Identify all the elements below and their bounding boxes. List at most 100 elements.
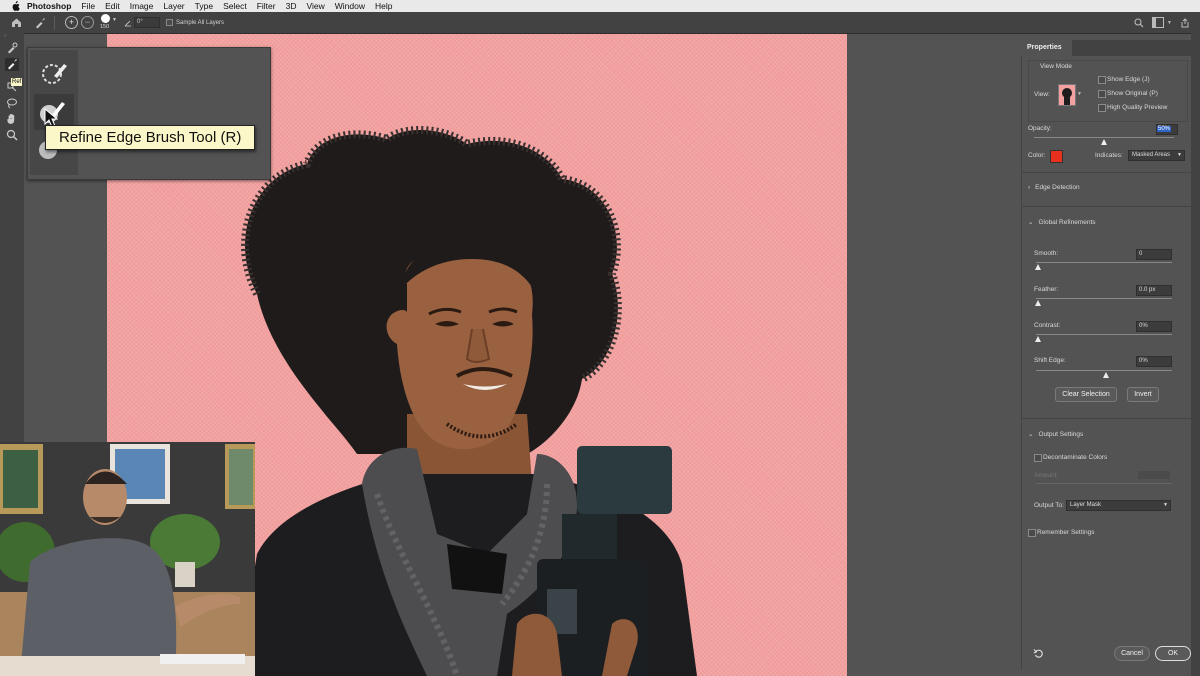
contrast-field[interactable]: 0% [1136,321,1172,332]
opacity-value: 50% [1157,126,1172,132]
sample-all-layers-checkbox[interactable] [166,19,173,26]
smooth-label: Smooth: [1034,250,1059,257]
menu-view[interactable]: View [306,1,324,11]
shift-edge-slider-thumb[interactable] [1103,372,1109,378]
view-mode-thumbnail[interactable] [1058,84,1076,106]
home-icon[interactable] [11,17,22,28]
contrast-label: Contrast: [1034,322,1061,329]
tab-properties[interactable]: Properties [1021,40,1072,56]
menu-3d[interactable]: 3D [286,1,297,11]
menu-select[interactable]: Select [223,1,247,11]
amount-slider-track [1036,483,1172,484]
feather-slider-thumb[interactable] [1035,300,1041,306]
brush-size-picker[interactable]: 150 ▼ [100,13,118,32]
zoom-tool-icon[interactable] [5,129,19,142]
color-label: Color: [1028,152,1046,159]
chevron-down-icon[interactable]: ▼ [1077,91,1082,97]
view-mode-title: View Mode [1040,63,1073,70]
chevron-right-icon: › [1028,184,1031,191]
amount-field [1138,471,1170,479]
decontaminate-colors-label: Decontaminate Colors [1043,454,1108,461]
tool-flyout [27,47,271,180]
opacity-slider-thumb[interactable] [1101,139,1107,145]
menu-help[interactable]: Help [375,1,392,11]
add-to-selection-icon[interactable]: + [65,16,78,29]
chevron-down-icon[interactable]: ▼ [1167,20,1172,26]
tool-tooltip: Refine Edge Brush Tool (R) [45,125,256,150]
shift-edge-label: Shift Edge: [1034,357,1066,364]
contrast-slider-track[interactable] [1036,334,1172,335]
hand-tool-icon[interactable] [5,113,19,126]
brush-size-value: 150 [100,23,110,30]
apple-icon[interactable] [11,1,21,11]
output-to-value: Layer Mask [1070,502,1102,508]
output-settings-section[interactable]: ⌄ Output Settings [1028,430,1083,438]
menu-layer[interactable]: Layer [163,1,184,11]
output-settings-label: Output Settings [1038,431,1084,438]
quick-selection-tool-icon[interactable] [5,42,19,55]
menu-edit[interactable]: Edit [105,1,120,11]
opacity-field[interactable]: 50% [1156,124,1178,135]
subtract-from-selection-icon[interactable]: − [81,16,94,29]
opacity-label: Opacity: [1028,125,1052,132]
edge-detection-label: Edge Detection [1035,184,1080,191]
global-refinements-label: Global Refinements [1038,219,1096,226]
output-to-label: Output To: [1034,502,1064,509]
amount-label: Amount: [1034,472,1059,479]
shift-edge-slider-track[interactable] [1036,370,1172,371]
reset-icon[interactable] [1033,648,1044,659]
presenter-video [0,442,255,676]
show-original-checkbox[interactable] [1098,90,1106,98]
clear-selection-button[interactable]: Clear Selection [1055,387,1117,402]
right-gutter [1191,33,1200,676]
menu-image[interactable]: Image [130,1,154,11]
refine-edge-brush-tool-icon[interactable] [5,58,19,71]
app-name[interactable]: Photoshop [27,1,71,11]
decontaminate-colors-checkbox[interactable] [1034,454,1042,462]
remember-settings-checkbox[interactable] [1028,529,1036,537]
indicates-dropdown[interactable]: Masked Areas ▼ [1128,150,1185,161]
workspace-icon[interactable] [1152,17,1165,28]
quick-selection-tool-option[interactable] [34,54,74,90]
shift-edge-field[interactable]: 0% [1136,356,1172,367]
divider [1021,206,1191,207]
panel-tab-strip [1066,40,1191,56]
chevron-down-icon: ▼ [1163,502,1168,508]
feather-field[interactable]: 0.0 px [1136,285,1172,296]
show-original-label: Show Original (P) [1107,90,1158,97]
divider [54,15,55,30]
options-bar: + − 150 ▼ 0° Sample All Layers ▼ [0,12,1200,34]
angle-field[interactable]: 0° [134,17,160,28]
menu-file[interactable]: File [81,1,95,11]
indicates-value: Masked Areas [1132,152,1171,158]
feather-slider-track[interactable] [1036,298,1172,299]
opacity-slider-track[interactable] [1034,137,1174,138]
menu-window[interactable]: Window [335,1,365,11]
menu-filter[interactable]: Filter [257,1,276,11]
show-edge-checkbox[interactable] [1098,76,1106,84]
chevron-down-icon: ⌄ [1028,431,1034,438]
collapse-icon[interactable]: » [0,33,24,39]
smooth-field[interactable]: 0 [1136,249,1172,260]
output-to-dropdown[interactable]: Layer Mask ▼ [1066,500,1171,511]
invert-button[interactable]: Invert [1127,387,1159,402]
ok-button[interactable]: OK [1155,646,1191,661]
chevron-down-icon: ⌄ [1028,219,1034,226]
contrast-slider-thumb[interactable] [1035,336,1041,342]
chevron-down-icon: ▼ [1177,152,1182,158]
high-quality-preview-checkbox[interactable] [1098,104,1106,112]
share-icon[interactable] [1180,17,1190,28]
edge-detection-section[interactable]: › Edge Detection [1028,184,1080,191]
cancel-button[interactable]: Cancel [1114,646,1150,661]
feather-label: Feather: [1034,286,1059,293]
presenter-image [0,442,255,676]
menu-type[interactable]: Type [195,1,213,11]
overlay-color-swatch[interactable] [1050,150,1063,163]
lasso-tool-icon[interactable] [5,97,19,110]
search-icon[interactable] [1134,17,1144,28]
global-refinements-section[interactable]: ⌄ Global Refinements [1028,218,1096,226]
smooth-slider-thumb[interactable] [1035,264,1041,270]
divider [1021,172,1191,173]
refine-edge-brush-icon[interactable] [34,17,46,29]
smooth-slider-track[interactable] [1036,262,1172,263]
